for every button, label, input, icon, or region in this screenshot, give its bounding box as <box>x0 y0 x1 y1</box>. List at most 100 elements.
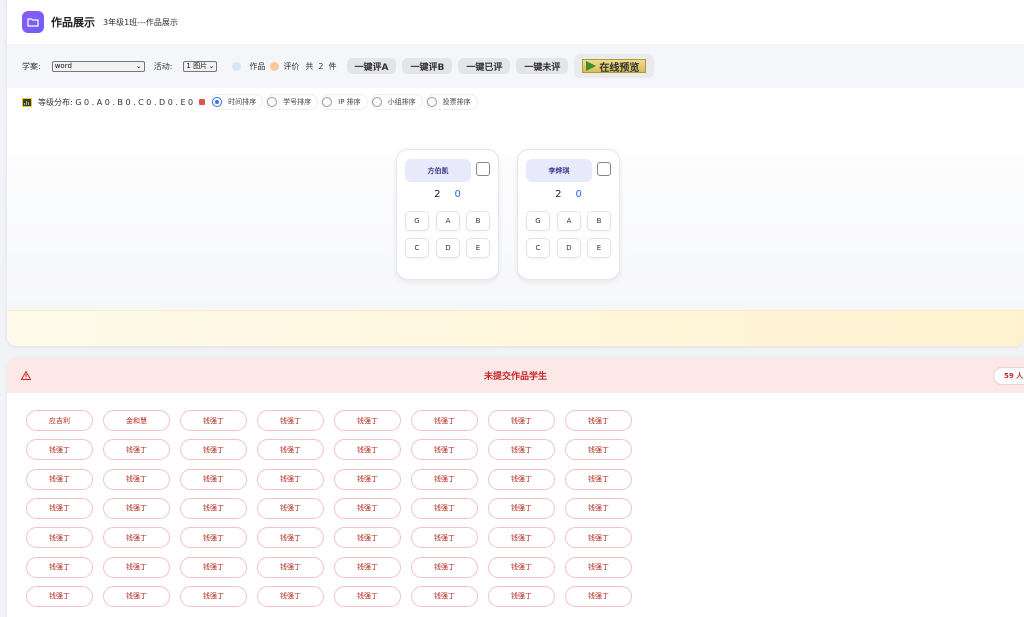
student-chip[interactable]: 钱强丁 <box>565 439 632 461</box>
student-chip[interactable]: 钱强丁 <box>488 497 555 519</box>
student-chip[interactable]: 钱强丁 <box>257 468 324 490</box>
student-chip[interactable]: 钱强丁 <box>565 527 632 549</box>
student-chip[interactable]: 钱强丁 <box>488 468 555 490</box>
sort-by-time[interactable]: 时间排序 <box>211 94 264 110</box>
grade-b-button[interactable]: B <box>466 211 490 231</box>
student-chip[interactable]: 钱强丁 <box>411 410 478 431</box>
select-checkbox[interactable] <box>476 162 490 176</box>
student-chip[interactable]: 钱强丁 <box>411 439 478 461</box>
grade-g-button[interactable]: G <box>405 211 429 231</box>
grade-c-button[interactable]: C <box>405 238 429 258</box>
student-chip[interactable]: 钱强丁 <box>334 468 401 490</box>
missing-count-badge: 59 人 <box>993 367 1024 385</box>
student-chip[interactable]: 钱强丁 <box>334 556 401 578</box>
mark-all-unreviewed-button[interactable]: 一键未评 <box>516 58 569 74</box>
online-preview-button[interactable]: 在线预览 <box>574 54 655 78</box>
student-chip[interactable]: 钱强丁 <box>26 585 93 607</box>
student-chip[interactable]: 钱强丁 <box>488 585 555 607</box>
student-chip[interactable]: 钱强丁 <box>565 556 632 578</box>
header: 作品展示 3年级1班---作品展示 <box>7 0 1024 44</box>
activity-select-value: 1 图片 <box>186 62 208 70</box>
radio-time[interactable] <box>212 97 223 107</box>
sort-id-label: 学号排序 <box>283 98 312 106</box>
sort-by-vote[interactable]: 投票排序 <box>425 94 478 110</box>
sort-by-group[interactable]: 小组排序 <box>370 94 423 110</box>
radio-ip[interactable] <box>322 97 333 107</box>
student-chip[interactable]: 钱强丁 <box>565 585 632 607</box>
student-chip[interactable]: 钱强丁 <box>257 556 324 578</box>
chevron-down-icon: ⌄ <box>208 62 215 70</box>
student-chip[interactable]: 钱强丁 <box>103 527 170 549</box>
select-checkbox[interactable] <box>597 162 611 176</box>
grade-a-button[interactable]: A <box>557 211 581 231</box>
grade-c-button[interactable]: C <box>526 238 550 258</box>
student-chip[interactable]: 钱强丁 <box>334 410 401 431</box>
student-chip[interactable]: 钱强丁 <box>565 497 632 519</box>
student-chip[interactable]: 钱强丁 <box>334 439 401 461</box>
score-count: 2 <box>434 189 441 200</box>
radio-vote[interactable] <box>426 97 437 107</box>
grade-d-button[interactable]: D <box>436 238 460 258</box>
folder-icon[interactable] <box>22 11 44 33</box>
student-chip[interactable]: 钱强丁 <box>334 585 401 607</box>
delete-icon[interactable] <box>199 99 206 105</box>
case-select[interactable]: word ⌄ <box>51 60 145 72</box>
student-chip[interactable]: 钱强丁 <box>180 497 247 519</box>
student-chip[interactable]: 钱强丁 <box>565 468 632 490</box>
grade-a-button[interactable]: A <box>436 211 460 231</box>
student-chip[interactable]: 钱强丁 <box>180 468 247 490</box>
student-chip[interactable]: 钱强丁 <box>565 410 632 431</box>
student-chip[interactable]: 钱强丁 <box>488 439 555 461</box>
mark-all-reviewed-button[interactable]: 一键已评 <box>458 58 511 74</box>
student-chip[interactable]: 钱强丁 <box>257 497 324 519</box>
student-chip[interactable]: 金和慧 <box>103 410 170 431</box>
student-chip[interactable]: 应吉利 <box>26 410 93 431</box>
student-chip[interactable]: 钱强丁 <box>257 527 324 549</box>
student-chip[interactable]: 钱强丁 <box>334 527 401 549</box>
student-chip[interactable]: 钱强丁 <box>103 497 170 519</box>
radio-group[interactable] <box>371 97 382 107</box>
grade-b-button[interactable]: B <box>587 211 611 231</box>
student-chip[interactable]: 钱强丁 <box>180 410 247 431</box>
student-chip[interactable]: 钱强丁 <box>180 585 247 607</box>
student-chip[interactable]: 钱强丁 <box>180 527 247 549</box>
activity-select[interactable]: 1 图片 ⌄ <box>183 60 218 72</box>
student-chip[interactable]: 钱强丁 <box>103 439 170 461</box>
grade-g-button[interactable]: G <box>526 211 550 231</box>
student-chip[interactable]: 钱强丁 <box>411 497 478 519</box>
student-chip[interactable]: 钱强丁 <box>257 439 324 461</box>
grade-e-button[interactable]: E <box>466 238 490 258</box>
works-panel: 作品展示 3年级1班---作品展示 学案: word ⌄ 活动: 1 图片 ⌄ … <box>7 0 1024 346</box>
student-chip[interactable]: 钱强丁 <box>411 468 478 490</box>
radio-id[interactable] <box>267 97 278 107</box>
rate-all-b-button[interactable]: 一键评B <box>402 58 453 74</box>
student-name[interactable]: 李烨琪 <box>526 159 592 182</box>
student-chip[interactable]: 钱强丁 <box>26 556 93 578</box>
student-chip[interactable]: 钱强丁 <box>411 585 478 607</box>
student-chip[interactable]: 钱强丁 <box>257 410 324 431</box>
student-chip[interactable]: 钱强丁 <box>26 439 93 461</box>
student-chip[interactable]: 钱强丁 <box>411 527 478 549</box>
grade-e-button[interactable]: E <box>587 238 611 258</box>
work-card[interactable]: 李烨琪 2 0 G A B C D E <box>517 149 620 280</box>
student-chip[interactable]: 钱强丁 <box>26 497 93 519</box>
student-chip[interactable]: 钱强丁 <box>488 556 555 578</box>
student-chip[interactable]: 钱强丁 <box>180 556 247 578</box>
student-chip[interactable]: 钱强丁 <box>26 527 93 549</box>
student-chip[interactable]: 钱强丁 <box>411 556 478 578</box>
student-name[interactable]: 方伯凯 <box>405 159 471 182</box>
student-chip[interactable]: 钱强丁 <box>26 468 93 490</box>
student-chip[interactable]: 钱强丁 <box>103 556 170 578</box>
student-chip[interactable]: 钱强丁 <box>334 497 401 519</box>
sort-by-ip[interactable]: IP 排序 <box>321 94 368 110</box>
student-chip[interactable]: 钱强丁 <box>488 527 555 549</box>
student-chip[interactable]: 钱强丁 <box>103 468 170 490</box>
work-card[interactable]: 方伯凯 2 0 G A B C D E <box>396 149 499 280</box>
rate-all-a-button[interactable]: 一键评A <box>346 58 397 74</box>
student-chip[interactable]: 钱强丁 <box>103 585 170 607</box>
student-chip[interactable]: 钱强丁 <box>257 585 324 607</box>
student-chip[interactable]: 钱强丁 <box>488 410 555 431</box>
student-chip[interactable]: 钱强丁 <box>180 439 247 461</box>
sort-by-id[interactable]: 学号排序 <box>266 94 319 110</box>
grade-d-button[interactable]: D <box>557 238 581 258</box>
